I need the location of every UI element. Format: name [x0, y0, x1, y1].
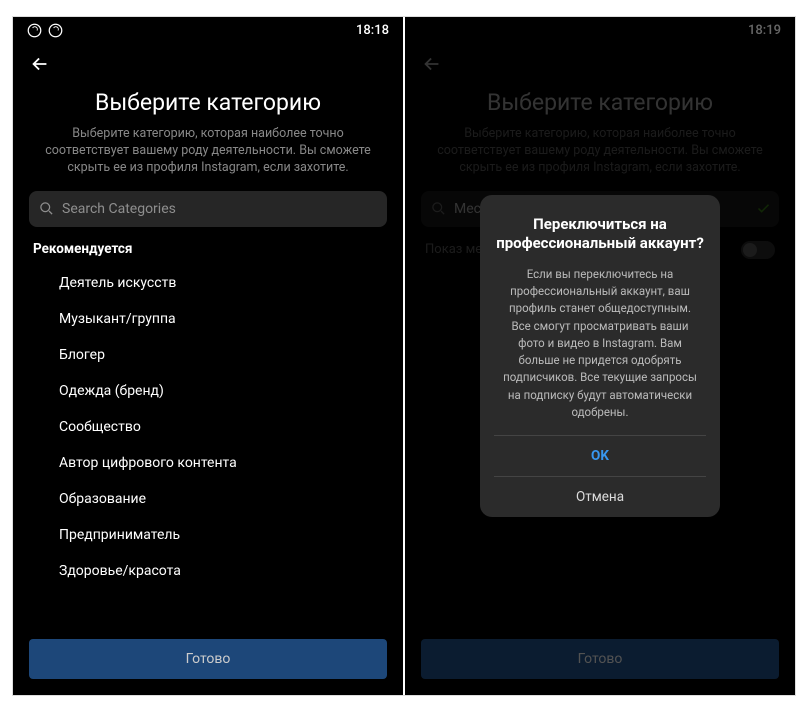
category-item[interactable]: Здоровье/красота — [59, 553, 403, 589]
category-list: Деятель искусств Музыкант/группа Блогер … — [13, 265, 403, 629]
search-input[interactable] — [62, 201, 377, 217]
status-time: 18:18 — [356, 23, 389, 38]
done-button[interactable]: Готово — [29, 639, 387, 679]
category-item[interactable]: Деятель искусств — [59, 265, 403, 301]
category-item[interactable]: Предприниматель — [59, 517, 403, 553]
page-title: Выберите категорию — [29, 89, 387, 116]
dialog-ok-button[interactable]: OK — [494, 435, 706, 476]
dialog-cancel-button[interactable]: Отмена — [494, 476, 706, 517]
status-left-icons — [27, 23, 63, 38]
status-bar: 18:18 — [13, 17, 403, 43]
category-item[interactable]: Музыкант/группа — [59, 301, 403, 337]
viber-icon — [48, 23, 63, 38]
dialog-overlay[interactable]: Переключиться на профессиональный аккаун… — [405, 17, 795, 695]
page-subtitle: Выберите категорию, которая наиболее точ… — [13, 126, 403, 177]
screen-confirm-dialog: 18:19 Выберите категорию Выберите катего… — [405, 17, 795, 695]
viber-icon — [27, 23, 42, 38]
confirm-dialog: Переключиться на профессиональный аккаун… — [480, 195, 720, 517]
screen-category-select: 18:18 Выберите категорию Выберите катего… — [13, 17, 403, 695]
dialog-body: Если вы переключитесь на профессиональны… — [494, 266, 706, 421]
category-item[interactable]: Сообщество — [59, 409, 403, 445]
category-item[interactable]: Одежда (бренд) — [59, 373, 403, 409]
category-item[interactable]: Блогер — [59, 337, 403, 373]
back-arrow-icon[interactable] — [29, 53, 51, 75]
section-heading: Рекомендуется — [13, 241, 403, 265]
search-icon — [39, 201, 54, 216]
category-item[interactable]: Автор цифрового контента — [59, 445, 403, 481]
category-item[interactable]: Образование — [59, 481, 403, 517]
search-input-container[interactable] — [29, 191, 387, 227]
dialog-title: Переключиться на профессиональный аккаун… — [494, 215, 706, 254]
